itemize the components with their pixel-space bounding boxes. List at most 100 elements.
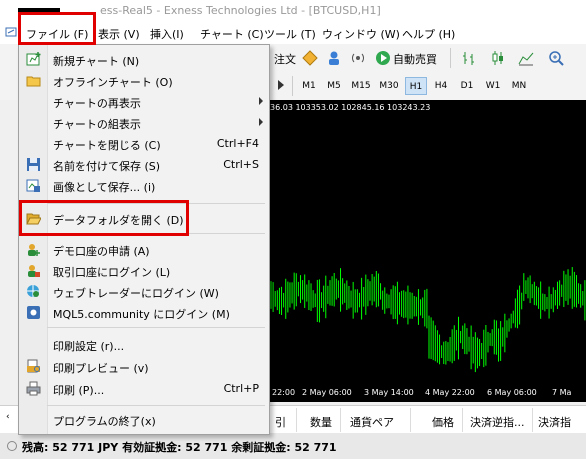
menu-item-label: ウェブトレーダーにログイン (W)	[53, 287, 219, 300]
timeframe-h4[interactable]: H4	[430, 77, 452, 95]
highlight-open-data-folder	[19, 200, 189, 236]
toolbar-divider	[292, 76, 293, 96]
chart-x-label: 22:00	[272, 388, 296, 397]
timeframe-mn[interactable]: MN	[508, 77, 530, 95]
new-order-button[interactable]: 注文	[274, 51, 296, 67]
menu-item-chart-profiles[interactable]: チャートの組表示	[19, 112, 269, 133]
column-volume[interactable]: 数量	[310, 414, 332, 430]
menu-item-label: 名前を付けて保存 (S)	[53, 160, 161, 173]
menu-item-label: 画像として保存... (i)	[53, 181, 156, 194]
menu-item-close-chart[interactable]: チャートを閉じる (C) Ctrl+F4	[19, 133, 269, 154]
menu-item-label: 取引口座にログイン (L)	[53, 266, 171, 279]
menu-separator	[47, 327, 265, 328]
menu-item-label: プログラムの終了(x)	[53, 415, 156, 428]
menu-item-label: チャートの再表示	[53, 97, 141, 110]
menu-item-offline-chart[interactable]: オフラインチャート (O)	[19, 70, 269, 91]
folder-icon	[26, 73, 41, 88]
demo-account-icon	[26, 242, 41, 257]
column-price[interactable]: 価格	[432, 414, 454, 430]
chart-x-label: 4 May 22:00	[425, 388, 475, 397]
menu-item-login-web-trader[interactable]: ウェブトレーダーにログイン (W)	[19, 281, 269, 302]
signal-icon[interactable]	[350, 50, 366, 66]
person-icon[interactable]	[326, 50, 342, 66]
chart-canvas	[270, 267, 586, 373]
menu-item-save-picture[interactable]: 画像として保存... (i)	[19, 175, 269, 196]
line-chart-icon[interactable]	[518, 50, 534, 66]
save-icon	[26, 157, 41, 172]
menu-item-label: デモ口座の申請 (A)	[53, 245, 150, 258]
navigator-panel-edge	[0, 100, 19, 405]
web-trader-icon	[26, 284, 41, 299]
column-order[interactable]: 引	[275, 414, 286, 430]
dropdown-arrow-icon[interactable]	[278, 80, 284, 90]
window-title: ess-Real5 - Exness Technologies Ltd - [B…	[100, 4, 381, 17]
app-icon	[5, 26, 17, 38]
toolbar-divider	[450, 48, 451, 68]
candlestick-icon[interactable]	[490, 50, 506, 66]
menu-item-label: 印刷プレビュー (v)	[53, 362, 149, 375]
submenu-arrow-icon	[259, 97, 263, 105]
image-save-icon	[26, 178, 41, 193]
autotrade-icon	[375, 50, 391, 66]
print-preview-icon	[26, 359, 41, 374]
timeframe-m30[interactable]: M30	[376, 77, 402, 95]
new-chart-icon	[26, 52, 41, 67]
menu-item-label: オフラインチャート (O)	[53, 76, 173, 89]
diamond-icon[interactable]	[302, 50, 318, 66]
menu-window[interactable]: ウィンドウ (W)	[322, 26, 400, 42]
chart-x-label: 6 May 06:00	[487, 388, 537, 397]
menu-item-label: チャートを閉じる (C)	[53, 139, 161, 152]
column-symbol[interactable]: 通貨ペア	[350, 414, 394, 430]
menu-item-label: 新規チャート (N)	[53, 55, 140, 68]
print-icon	[26, 381, 41, 396]
submenu-arrow-icon	[259, 118, 263, 126]
timeframe-h1[interactable]: H1	[405, 77, 427, 95]
column-divider	[296, 408, 297, 432]
menu-item-print-setup[interactable]: 印刷設定 (r)...	[19, 334, 269, 355]
menu-item-open-demo-account[interactable]: デモ口座の申請 (A)	[19, 239, 269, 260]
chart-x-label: 2 May 06:00	[302, 388, 352, 397]
menu-item-label: MQL5.community にログイン (M)	[53, 308, 230, 321]
menu-item-print-preview[interactable]: 印刷プレビュー (v)	[19, 356, 269, 377]
menu-item-save-as[interactable]: 名前を付けて保存 (S) Ctrl+S	[19, 154, 269, 175]
timeframe-m1[interactable]: M1	[298, 77, 320, 95]
menu-view[interactable]: 表示 (V)	[98, 26, 140, 42]
column-divider	[340, 408, 341, 432]
timeframe-m15[interactable]: M15	[348, 77, 374, 95]
menu-item-new-chart[interactable]: 新規チャート (N)	[19, 49, 269, 70]
bar-chart-icon[interactable]	[462, 50, 478, 66]
zoom-in-icon[interactable]	[548, 50, 564, 66]
menu-item-exit[interactable]: プログラムの終了(x)	[19, 409, 269, 430]
chart-x-label: 3 May 14:00	[364, 388, 414, 397]
account-balance-text: 残高: 52 771 JPY 有効証拠金: 52 771 余剰証拠金: 52 7…	[22, 441, 337, 454]
timeframe-m5[interactable]: M5	[323, 77, 345, 95]
menu-item-login-mql5[interactable]: MQL5.community にログイン (M)	[19, 302, 269, 323]
column-take-profit[interactable]: 決済指	[538, 414, 571, 430]
menu-item-login-trade-account[interactable]: 取引口座にログイン (L)	[19, 260, 269, 281]
file-menu-dropdown: 新規チャート (N) オフラインチャート (O) チャートの再表示 チャートの組…	[18, 44, 270, 435]
menu-help[interactable]: ヘルプ (H)	[402, 26, 455, 42]
column-divider	[462, 408, 463, 432]
menu-tools[interactable]: ツール (T)	[264, 26, 316, 42]
timeframe-d1[interactable]: D1	[456, 77, 478, 95]
mql5-icon	[26, 305, 41, 320]
highlight-file-menu	[18, 12, 96, 45]
column-divider	[410, 408, 411, 432]
price-chart[interactable]: 36.03 103353.02 102845.16 103243.23 22:0…	[270, 100, 586, 402]
column-stop-loss[interactable]: 決済逆指...	[470, 414, 525, 430]
menu-item-chart-reopen[interactable]: チャートの再表示	[19, 91, 269, 112]
chart-x-label: 7 Ma	[552, 388, 572, 397]
menu-chart[interactable]: チャート (C)	[200, 26, 264, 42]
menu-item-label: 印刷 (P)...	[53, 384, 105, 397]
menu-item-shortcut: Ctrl+P	[223, 382, 259, 395]
menu-insert[interactable]: 挿入(I)	[150, 26, 184, 42]
menu-item-shortcut: Ctrl+S	[223, 158, 259, 171]
menu-item-shortcut: Ctrl+F4	[216, 137, 259, 150]
collapse-arrow-icon[interactable]: ‹	[6, 412, 10, 422]
account-status-bar: 残高: 52 771 JPY 有効証拠金: 52 771 余剰証拠金: 52 7…	[0, 433, 586, 459]
menu-item-print[interactable]: 印刷 (P)... Ctrl+P	[19, 378, 269, 399]
menu-separator	[47, 405, 265, 406]
autotrade-button[interactable]: 自動売買	[393, 51, 437, 67]
timeframe-w1[interactable]: W1	[482, 77, 504, 95]
login-icon	[26, 263, 41, 278]
